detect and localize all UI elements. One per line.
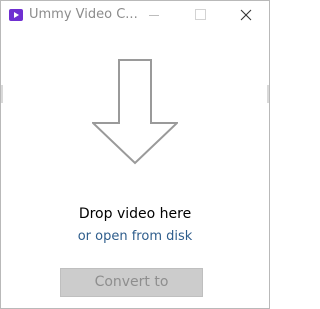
minimize-icon (149, 15, 159, 16)
title-bar[interactable]: Ummy Video C... (1, 1, 269, 30)
video-play-icon (9, 9, 23, 21)
convert-to-button[interactable]: Convert to (60, 268, 203, 297)
down-arrow-icon (92, 59, 178, 165)
window-title: Ummy Video C... (29, 7, 138, 22)
close-icon (240, 9, 252, 21)
app-window: Ummy Video C... Drop video here or open … (0, 0, 270, 309)
maximize-icon (195, 9, 206, 20)
minimize-button[interactable] (131, 1, 177, 30)
drop-zone[interactable]: Drop video here or open from disk Conver… (1, 30, 269, 308)
maximize-button[interactable] (177, 1, 223, 30)
close-button[interactable] (223, 1, 269, 30)
open-from-disk-link[interactable]: or open from disk (1, 229, 269, 244)
drop-prompt: Drop video here (78, 206, 192, 222)
